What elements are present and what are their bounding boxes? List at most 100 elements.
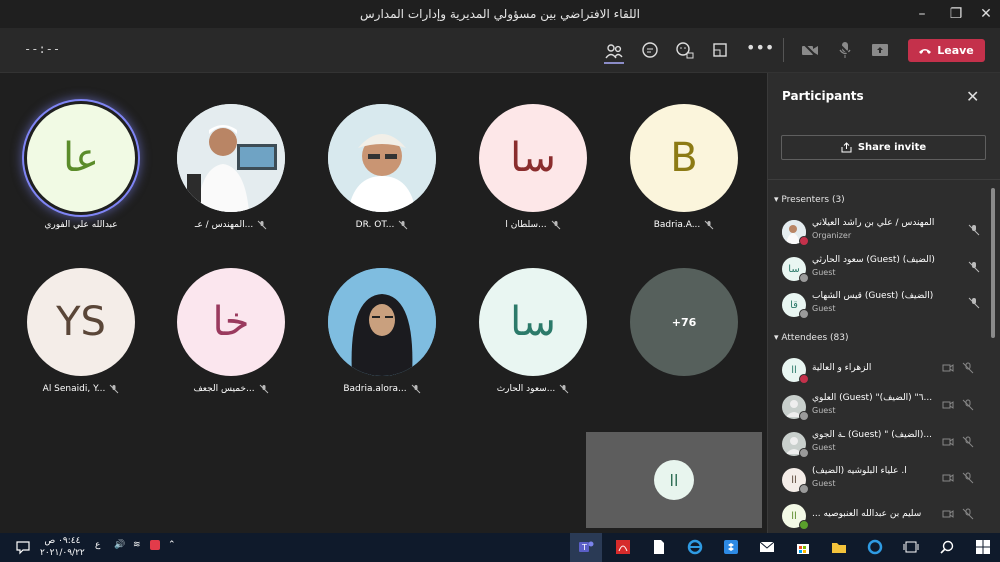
share-invite-button[interactable]: Share invite (781, 135, 986, 160)
mic-off-icon (962, 362, 974, 374)
avatar: سا (479, 104, 587, 212)
teams-taskbar-button[interactable]: T (570, 533, 602, 562)
windows-start-icon[interactable] (974, 538, 992, 556)
participant-name: الزهراء و العالية (812, 363, 872, 373)
task-view-icon[interactable] (902, 538, 920, 556)
status-dot (799, 411, 809, 421)
share-icon (841, 142, 852, 153)
mic-off-icon (411, 384, 421, 394)
divider (768, 179, 1000, 180)
participant-tile[interactable]: Badria.alora... (322, 268, 442, 394)
overflow-tile[interactable]: +76 (624, 268, 744, 376)
file-explorer-icon[interactable] (830, 538, 848, 556)
panel-scrollbar[interactable] (991, 188, 995, 338)
meeting-timer: --:-- (24, 42, 61, 56)
phone-hangup-icon (919, 48, 932, 54)
person-photo-icon (328, 268, 436, 376)
mail-icon[interactable] (758, 538, 776, 556)
camera-off-icon[interactable] (800, 40, 820, 60)
file-icon[interactable] (650, 538, 668, 556)
presenters-header[interactable]: ▾ Presenters (3) (774, 195, 845, 205)
participant-row[interactable]: قا قيس الشهاب (Guest) (الضيف) Guest (782, 289, 982, 323)
participant-name: Badria.alora... (343, 384, 407, 394)
dropbox-icon[interactable] (722, 538, 740, 556)
avatar: YS (27, 268, 135, 376)
participant-row[interactable]: المهندس / علي بن راشد العيلاني Organizer (782, 216, 982, 250)
mic-off-icon (968, 261, 980, 273)
chevron-up-icon[interactable]: ⌃ (168, 540, 176, 550)
participant-row[interactable]: اا ... سليم بن عبدالله العنبوصيه (782, 500, 982, 534)
avatar: خا (177, 268, 285, 376)
overflow-count: +76 (630, 268, 738, 376)
self-video-preview[interactable]: اا (586, 432, 762, 528)
participant-name: عبدالله علي الفوري (44, 220, 118, 230)
meeting-toolbar: --:-- ••• Leave (0, 28, 1000, 73)
participant-row[interactable]: سا سعود الحارثي (Guest) (الضيف) Guest (782, 253, 982, 287)
leave-label: Leave (937, 44, 974, 57)
participant-name: ... سليم بن عبدالله العنبوصيه (812, 509, 922, 519)
mic-off-icon (962, 508, 974, 520)
mic-off-icon (704, 220, 714, 230)
participant-name: Al Senaidi, Y... (42, 384, 106, 394)
participant-row[interactable]: العلوي (Guest) "٦" (الضيف)... Guest (782, 391, 982, 425)
status-dot (799, 273, 809, 283)
store-icon[interactable] (794, 538, 812, 556)
participant-name: DR. OT... (355, 220, 395, 230)
mic-off-icon[interactable] (835, 40, 855, 60)
status-dot (799, 448, 809, 458)
teams-icon: T (579, 541, 594, 552)
participant-role: Guest (812, 479, 836, 488)
avatar: B (630, 104, 738, 212)
volume-icon[interactable]: 🔊 (114, 540, 125, 550)
participant-tile[interactable]: B Badria.A... (624, 104, 744, 230)
participant-row[interactable]: اا الزهراء و العالية (782, 354, 982, 388)
mic-off-icon (962, 436, 974, 448)
attendees-header[interactable]: ▾ Attendees (83) (774, 333, 849, 343)
participant-name: المهندس / عـ... (194, 220, 254, 230)
status-dot (799, 236, 809, 246)
internet-explorer-icon[interactable] (686, 538, 704, 556)
acrobat-icon[interactable] (614, 538, 632, 556)
attendees-label: Attendees (83) (781, 333, 849, 343)
edge-icon[interactable] (866, 538, 884, 556)
wifi-icon[interactable]: ≋ (133, 540, 141, 550)
participant-tile[interactable]: سا سلطان ا... (473, 104, 593, 230)
mic-off-icon (968, 297, 980, 309)
share-screen-icon[interactable] (870, 40, 890, 60)
participant-tile[interactable]: خا خميس الجعف... (171, 268, 291, 394)
participant-role: Guest (812, 304, 836, 313)
clock-date: ٢٠٢١/٠٩/٢٢ (40, 548, 85, 558)
avatar: عا (27, 104, 135, 212)
toolbar-divider (783, 38, 784, 62)
leave-button[interactable]: Leave (908, 39, 985, 62)
mic-off-icon (962, 399, 974, 411)
chat-icon[interactable] (640, 40, 660, 60)
participant-name: سعود الحارثي (Guest) (الضيف) (812, 255, 935, 265)
close-icon[interactable]: ✕ (966, 87, 979, 106)
input-language[interactable]: ع (95, 540, 100, 550)
participant-tile[interactable]: DR. OT... (322, 104, 442, 230)
participant-tile[interactable]: YS Al Senaidi, Y... (21, 268, 141, 394)
security-tray-icon[interactable] (150, 540, 160, 550)
search-icon[interactable] (938, 538, 956, 556)
mic-off-icon (551, 220, 560, 230)
close-window-icon[interactable]: ✕ (976, 4, 996, 24)
participant-name: ـة الجوي (Guest) " (الضيف)... (812, 430, 932, 440)
window-title: اللقاء الافتراضي بين مسؤولي المديرية وإد… (360, 7, 640, 21)
participant-tile[interactable]: سا سعود الحارث... (473, 268, 593, 394)
mic-off-icon (559, 384, 569, 394)
participant-tile[interactable]: عا عبدالله علي الفوري (21, 104, 141, 230)
minimize-icon[interactable]: – (912, 4, 932, 24)
participant-row[interactable]: اا أ. علياء البلوشيه (الضيف) Guest (782, 464, 982, 498)
reactions-icon[interactable] (675, 40, 695, 60)
participant-row[interactable]: ـة الجوي (Guest) " (الضيف)... Guest (782, 428, 982, 462)
notification-icon[interactable] (14, 538, 32, 556)
participants-icon[interactable] (604, 40, 624, 64)
participant-tile[interactable]: المهندس / عـ... (171, 104, 291, 230)
rooms-icon[interactable] (710, 40, 730, 60)
participant-name: قيس الشهاب (Guest) (الضيف) (812, 291, 934, 301)
more-options-icon[interactable]: ••• (746, 38, 774, 58)
participants-panel: Participants ✕ Share invite ▾ Presenters… (767, 73, 1000, 533)
maximize-icon[interactable]: ❐ (946, 4, 966, 24)
system-clock[interactable]: ٠٩:٤٤ ص ٢٠٢١/٠٩/٢٢ (40, 535, 85, 559)
